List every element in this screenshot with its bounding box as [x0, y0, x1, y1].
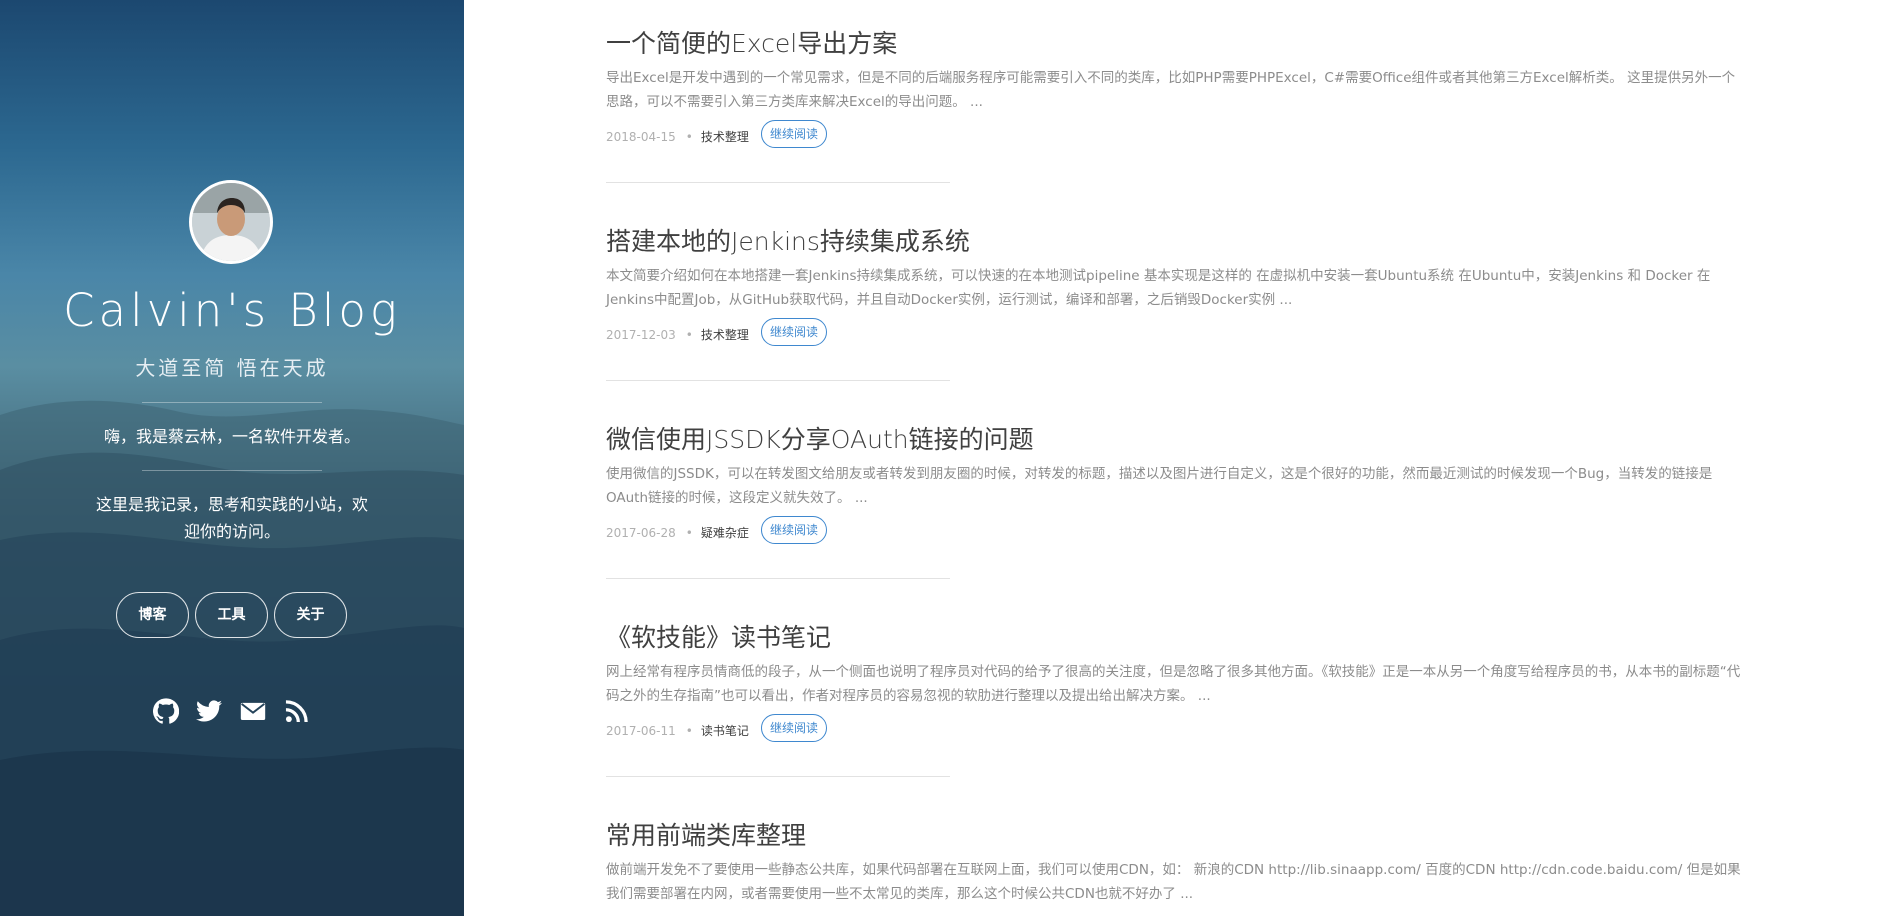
- post-excerpt: 网上经常有程序员情商低的段子，从一个侧面也说明了程序员对代码的给予了很高的关注度…: [606, 664, 1741, 704]
- read-more-button[interactable]: 继续阅读: [761, 120, 828, 148]
- post-excerpt: 本文简要介绍如何在本地搭建一套Jenkins持续集成系统，可以快速的在本地测试p…: [606, 268, 1711, 308]
- meta-separator-dot: •: [685, 328, 693, 342]
- nav-about-button[interactable]: 关于: [274, 592, 347, 638]
- nav-blog-button[interactable]: 博客: [116, 592, 189, 638]
- post-separator: [606, 380, 950, 381]
- site-title[interactable]: Calvin's Blog: [0, 284, 464, 337]
- post-excerpt: 使用微信的JSSDK，可以在转发图文给朋友或者转发到朋友圈的时候，对转发的标题，…: [606, 466, 1713, 506]
- meta-separator-dot: •: [685, 130, 693, 144]
- email-icon[interactable]: [240, 698, 266, 724]
- avatar[interactable]: [189, 180, 273, 264]
- intro-description: 这里是我记录，思考和实践的小站，欢迎你的访问。: [95, 495, 368, 541]
- post-category[interactable]: 读书笔记: [701, 724, 749, 738]
- read-more-button[interactable]: 继续阅读: [761, 714, 828, 742]
- twitter-icon[interactable]: [196, 698, 222, 724]
- sidebar-divider: [142, 470, 322, 471]
- post-separator: [606, 776, 950, 777]
- read-more-button[interactable]: 继续阅读: [761, 516, 828, 544]
- nav-tools-button[interactable]: 工具: [195, 592, 268, 638]
- post-title[interactable]: 常用前端类库整理: [606, 816, 806, 852]
- post-category[interactable]: 技术整理: [701, 130, 749, 144]
- github-icon[interactable]: [153, 698, 179, 724]
- meta-separator-dot: •: [685, 526, 693, 540]
- intro-greeting: 嗨，我是蔡云林，一名软件开发者。: [103, 427, 360, 446]
- post-title[interactable]: 《软技能》读书笔记: [606, 618, 831, 654]
- post-category[interactable]: 疑难杂症: [701, 526, 749, 540]
- post-meta: 2017-12-03 • 技术整理 继续阅读: [606, 318, 828, 346]
- post-excerpt: 导出Excel是开发中遇到的一个常见需求，但是不同的后端服务程序可能需要引入不同…: [606, 70, 1736, 110]
- post-date: 2017-12-03: [606, 328, 676, 342]
- post-meta: 2018-04-15 • 技术整理 继续阅读: [606, 120, 828, 148]
- rss-icon[interactable]: [284, 698, 310, 724]
- site-subtitle: 大道至简 悟在天成: [135, 356, 329, 380]
- post-title[interactable]: 搭建本地的Jenkins持续集成系统: [606, 222, 970, 258]
- sidebar: Calvin's Blog 大道至简 悟在天成 嗨，我是蔡云林，一名软件开发者。…: [0, 0, 464, 916]
- post-title[interactable]: 一个简便的Excel导出方案: [606, 24, 897, 60]
- post-date: 2018-04-15: [606, 130, 676, 144]
- post-excerpt: 做前端开发免不了要使用一些静态公共库，如果代码部署在互联网上面，我们可以使用CD…: [606, 862, 1741, 902]
- post-title[interactable]: 微信使用JSSDK分享OAuth链接的问题: [606, 420, 1034, 456]
- post-date: 2017-06-28: [606, 526, 676, 540]
- sidebar-content: Calvin's Blog 大道至简 悟在天成 嗨，我是蔡云林，一名软件开发者。…: [0, 0, 464, 916]
- post-category[interactable]: 技术整理: [701, 328, 749, 342]
- post-meta: 2017-06-11 • 读书笔记 继续阅读: [606, 714, 828, 742]
- read-more-button[interactable]: 继续阅读: [761, 318, 828, 346]
- post-separator: [606, 182, 950, 183]
- post-date: 2017-06-11: [606, 724, 676, 738]
- post-meta: 2017-06-28 • 疑难杂症 继续阅读: [606, 516, 828, 544]
- avatar-portrait-icon: [192, 183, 270, 261]
- post-separator: [606, 578, 950, 579]
- sidebar-divider: [142, 402, 322, 403]
- meta-separator-dot: •: [685, 724, 693, 738]
